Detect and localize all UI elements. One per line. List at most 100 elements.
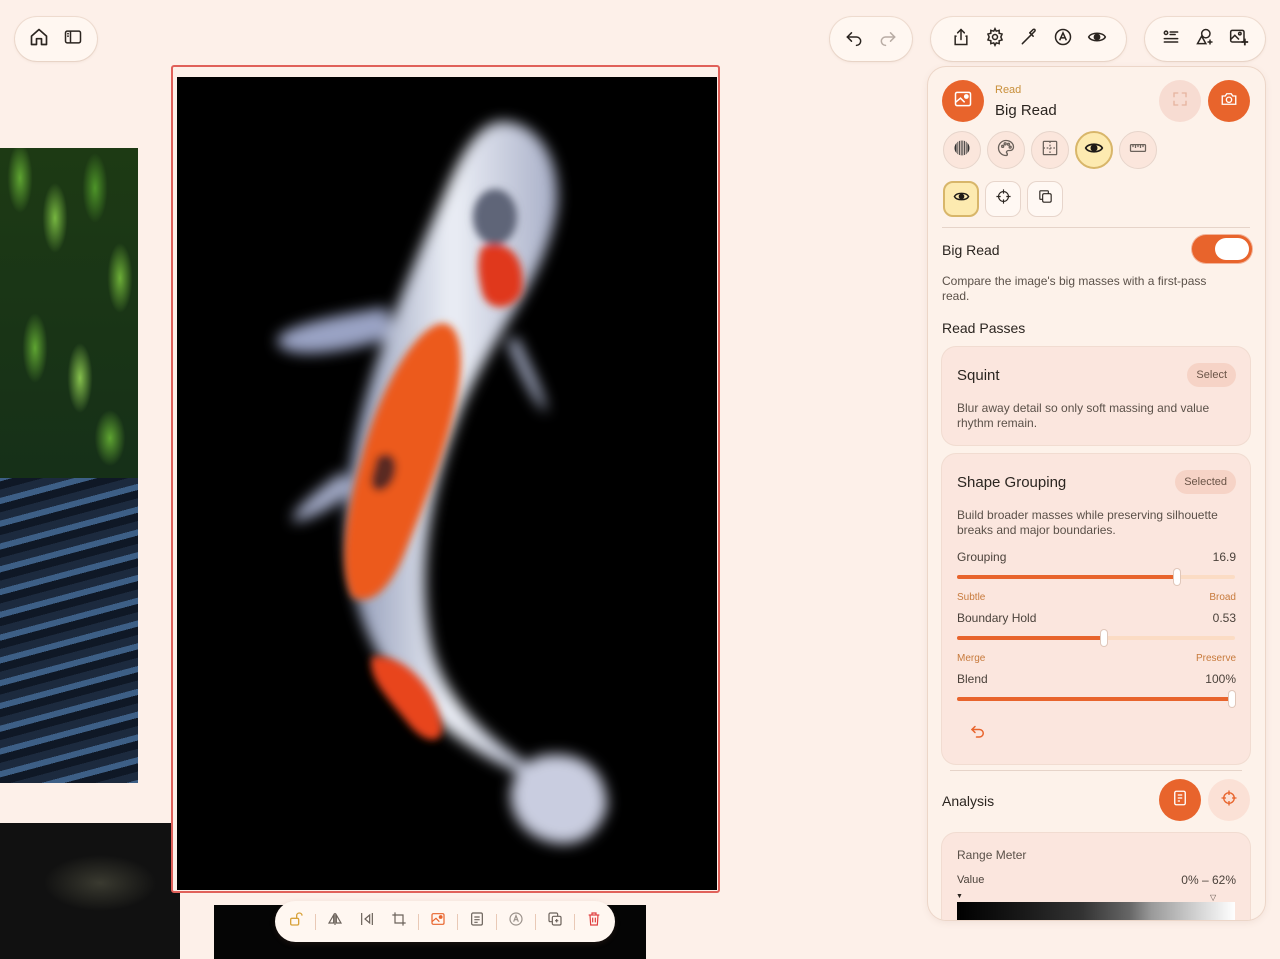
toolbar-separator bbox=[535, 913, 536, 930]
mode-texture[interactable] bbox=[943, 131, 981, 169]
submode-eye[interactable] bbox=[943, 181, 979, 217]
slider-thumb[interactable] bbox=[1101, 630, 1108, 646]
shapes-text-button[interactable] bbox=[1046, 22, 1080, 56]
mode-grid[interactable] bbox=[1031, 131, 1069, 169]
mode-ruler[interactable] bbox=[1119, 131, 1157, 169]
mode-palette[interactable] bbox=[987, 131, 1025, 169]
image-add-icon bbox=[1229, 27, 1249, 52]
pass-card-squint[interactable]: Squint Select Blur away detail so only s… bbox=[942, 347, 1250, 445]
settings-icon bbox=[985, 26, 1005, 52]
toggle-knob bbox=[1215, 238, 1249, 260]
slider-min-label: Subtle bbox=[957, 592, 986, 603]
view-toggle-button[interactable] bbox=[1080, 22, 1114, 56]
range-meter-label: Value bbox=[957, 874, 985, 886]
selected-chip[interactable]: Selected bbox=[1175, 470, 1236, 494]
expand-icon bbox=[1171, 90, 1189, 113]
delete-button[interactable] bbox=[579, 907, 609, 937]
canvas-image-dark-fish[interactable] bbox=[0, 823, 180, 959]
image-read-button[interactable] bbox=[423, 907, 453, 937]
image-read-icon bbox=[953, 89, 973, 114]
big-read-description: Compare the image's big masses with a fi… bbox=[942, 274, 1207, 303]
slider-max-label: Preserve bbox=[1195, 653, 1236, 664]
slider-thumb[interactable] bbox=[1173, 569, 1180, 585]
analysis-target-button[interactable] bbox=[1208, 779, 1250, 821]
fullscreen-button[interactable] bbox=[1159, 80, 1201, 122]
blend-slider[interactable] bbox=[957, 691, 1235, 707]
big-read-toggle[interactable] bbox=[1192, 235, 1252, 263]
eyedropper-button[interactable] bbox=[1012, 22, 1046, 56]
reset-button[interactable] bbox=[969, 722, 989, 742]
range-meter-title: Range Meter bbox=[957, 848, 1027, 862]
redo-button[interactable] bbox=[871, 22, 905, 56]
toolbar-separator bbox=[418, 913, 419, 930]
select-chip[interactable]: Select bbox=[1187, 363, 1236, 387]
panel-title: Big Read bbox=[995, 102, 1057, 119]
read-panel: Read Big Read Big Read Compare the image… bbox=[928, 67, 1265, 920]
read-mode-badge[interactable] bbox=[942, 80, 984, 122]
eyedropper-icon bbox=[1019, 27, 1039, 52]
sidebar-icon bbox=[63, 27, 83, 52]
duplicate-button[interactable] bbox=[540, 907, 570, 937]
panel-subtitle: Read bbox=[995, 84, 1022, 96]
slider-value: 16.9 bbox=[1212, 550, 1236, 564]
share-icon bbox=[951, 27, 971, 52]
notes-icon bbox=[469, 911, 485, 932]
grouping-slider[interactable] bbox=[957, 569, 1235, 585]
crosshair-icon bbox=[995, 188, 1012, 210]
pass-description: Build broader masses while preserving si… bbox=[957, 508, 1218, 537]
eye-icon bbox=[953, 188, 970, 210]
boundary-hold-slider[interactable] bbox=[957, 630, 1235, 646]
home-button[interactable] bbox=[22, 22, 56, 56]
list-button[interactable] bbox=[1154, 22, 1188, 56]
camera-icon bbox=[1220, 90, 1238, 113]
slider-thumb[interactable] bbox=[1229, 691, 1235, 707]
canvas-image-pond-plants[interactable] bbox=[0, 148, 138, 783]
submode-target[interactable] bbox=[985, 181, 1021, 217]
submode-copy[interactable] bbox=[1027, 181, 1063, 217]
analysis-report-button[interactable] bbox=[1159, 779, 1201, 821]
panel-pill bbox=[1145, 17, 1265, 61]
eye-icon bbox=[1084, 138, 1104, 163]
notes-button[interactable] bbox=[462, 907, 492, 937]
value-histogram bbox=[957, 902, 1235, 920]
shapes-add-button[interactable] bbox=[1188, 22, 1222, 56]
pass-title: Squint bbox=[957, 367, 1000, 384]
pass-card-shape-grouping[interactable]: Shape Grouping Selected Build broader ma… bbox=[942, 454, 1250, 764]
copy-icon bbox=[1037, 188, 1054, 210]
align-button[interactable] bbox=[352, 907, 382, 937]
share-button[interactable] bbox=[944, 22, 978, 56]
mode-eye[interactable] bbox=[1075, 131, 1113, 169]
section-divider bbox=[950, 770, 1242, 771]
unlock-button[interactable] bbox=[281, 907, 311, 937]
sidebar-toggle-button[interactable] bbox=[56, 22, 90, 56]
nav-pill bbox=[15, 17, 97, 61]
texture-icon bbox=[952, 138, 972, 163]
flip-icon bbox=[327, 911, 343, 932]
image-read-icon bbox=[430, 911, 446, 932]
analysis-heading: Analysis bbox=[942, 793, 995, 809]
undo-button[interactable] bbox=[837, 22, 871, 56]
range-meter-value: 0% – 62% bbox=[1181, 873, 1236, 887]
history-pill bbox=[830, 17, 912, 61]
shapes-add-icon bbox=[1195, 27, 1215, 52]
image-add-button[interactable] bbox=[1222, 22, 1256, 56]
ruler-icon bbox=[1128, 138, 1148, 163]
snapshot-button[interactable] bbox=[1208, 80, 1250, 122]
crop-button[interactable] bbox=[384, 907, 414, 937]
slider-min-label: Merge bbox=[957, 653, 986, 664]
palette-icon bbox=[996, 138, 1016, 163]
unlock-icon bbox=[288, 911, 304, 932]
slider-label: Blend bbox=[957, 672, 988, 686]
read-passes-heading: Read Passes bbox=[942, 320, 1026, 336]
pass-title: Shape Grouping bbox=[957, 474, 1067, 491]
slider-max-label: Broad bbox=[1209, 592, 1236, 603]
redo-icon bbox=[878, 27, 898, 52]
text-button[interactable] bbox=[501, 907, 531, 937]
undo-icon bbox=[844, 27, 864, 52]
big-read-label: Big Read bbox=[942, 242, 1000, 258]
flip-button[interactable] bbox=[320, 907, 350, 937]
toolbar-separator bbox=[457, 913, 458, 930]
koi-image[interactable] bbox=[177, 77, 717, 890]
settings-button[interactable] bbox=[978, 22, 1012, 56]
toolbar-separator bbox=[496, 913, 497, 930]
